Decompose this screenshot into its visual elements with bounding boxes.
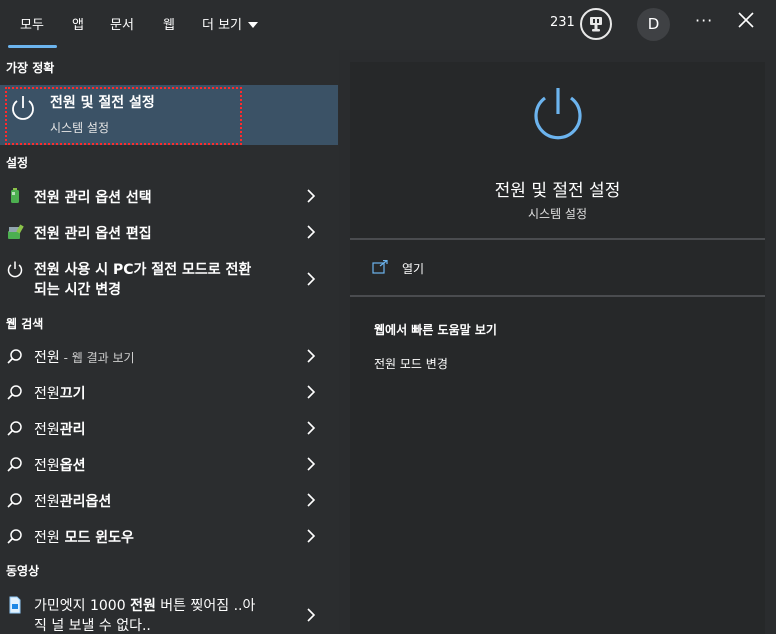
avatar[interactable]: D xyxy=(637,8,670,41)
tab-web[interactable]: 웹 xyxy=(163,14,175,33)
preview-subtitle: 시스템 설정 xyxy=(527,207,587,221)
tab-more-label: 더 보기 xyxy=(202,18,243,33)
preview-pane: 전원 및 절전 설정 시스템 설정 열기 웹에서 빠른 도움말 보기 전원 모드… xyxy=(339,50,776,634)
chevron-right-icon xyxy=(307,225,316,239)
web-result-item[interactable]: 전원끄기 xyxy=(0,374,338,410)
power-icon xyxy=(534,88,582,140)
chevron-right-icon xyxy=(307,529,316,543)
settings-item-label: 전원 관리 옵션 편집 xyxy=(34,226,152,242)
help-link-change-power-mode[interactable]: 전원 모드 변경 xyxy=(374,355,448,372)
web-result-prefix: 전원 xyxy=(34,350,60,366)
web-result-item[interactable]: 전원옵션 xyxy=(0,446,338,482)
video-file-icon xyxy=(9,596,21,614)
chevron-right-icon xyxy=(307,189,316,203)
video-title-part-b: 전원 xyxy=(130,598,156,614)
video-result-item[interactable]: 가민엣지 1000 전원 버튼 찢어짐 ..아 직 널 보낼 수 없다.. xyxy=(0,588,338,634)
active-tab-indicator xyxy=(8,45,57,48)
web-result-prefix: 전원 xyxy=(34,422,60,438)
search-icon xyxy=(7,529,22,544)
open-button[interactable]: 열기 xyxy=(372,258,572,280)
search-icon xyxy=(7,349,22,364)
search-icon xyxy=(7,385,22,400)
web-result-bold: 관리옵션 xyxy=(59,494,112,510)
power-plan-edit-icon xyxy=(8,224,24,239)
web-result-label: 전원 모드 윈도우 xyxy=(34,527,134,547)
search-icon xyxy=(7,457,22,472)
results-list: 가장 정확 전원 및 절전 설정 시스템 설정 설정 전원 관리 옵션 선택 전… xyxy=(0,50,339,634)
divider xyxy=(350,238,765,240)
settings-item-sleep-time[interactable]: 전원 사용 시 PC가 절전 모드로 전환 되는 시간 변경 xyxy=(0,252,338,302)
chevron-right-icon xyxy=(307,421,316,435)
web-result-label: 전원옵션 xyxy=(34,455,86,475)
video-title-part-c: 버튼 찢어짐 ..아 xyxy=(155,598,256,614)
web-result-bold: 옵션 xyxy=(59,458,86,474)
section-best-match: 가장 정확 xyxy=(6,61,55,75)
settings-item-choose-power-plan[interactable]: 전원 관리 옵션 선택 xyxy=(0,178,338,214)
tab-more[interactable]: 더 보기 xyxy=(202,14,259,33)
web-result-prefix: 전원 xyxy=(34,458,60,474)
video-title-part-a: 가민엣지 1000 xyxy=(34,598,131,614)
preview-title: 전원 및 절전 설정 xyxy=(494,181,621,201)
more-options-icon[interactable]: ··· xyxy=(695,11,713,30)
web-result-label: 전원 - 웹 결과 보기 xyxy=(34,347,135,367)
battery-settings-icon xyxy=(11,188,19,203)
search-icon xyxy=(7,493,22,508)
section-videos: 동영상 xyxy=(6,564,40,578)
chevron-right-icon xyxy=(307,349,316,363)
web-result-item[interactable]: 전원관리옵션 xyxy=(0,482,338,518)
trophy-icon xyxy=(590,17,602,32)
chevron-right-icon xyxy=(307,385,316,399)
chevron-right-icon xyxy=(307,493,316,507)
settings-item-label-line1: 전원 사용 시 PC가 절전 모드로 전환 xyxy=(34,262,252,278)
tab-apps[interactable]: 앱 xyxy=(72,14,84,33)
open-external-icon xyxy=(372,260,388,274)
web-result-prefix: 전원 xyxy=(34,494,60,510)
preview-panel: 전원 및 절전 설정 시스템 설정 열기 웹에서 빠른 도움말 보기 전원 모드… xyxy=(350,62,765,634)
tab-all[interactable]: 모두 xyxy=(20,14,44,33)
settings-item-edit-power-plan[interactable]: 전원 관리 옵션 편집 xyxy=(0,214,338,250)
video-title-line1: 가민엣지 1000 전원 버튼 찢어짐 ..아 xyxy=(34,595,255,615)
web-result-bold: 관리 xyxy=(59,422,86,438)
open-label: 열기 xyxy=(402,262,425,276)
web-result-label: 전원관리옵션 xyxy=(34,491,111,511)
best-match-title: 전원 및 절전 설정 xyxy=(50,95,155,111)
rewards-points: 231 xyxy=(550,15,575,30)
video-title-line2: 직 널 보낼 수 없다.. xyxy=(34,618,151,634)
power-icon xyxy=(12,96,34,120)
web-result-suffix: - 웹 결과 보기 xyxy=(59,351,135,365)
section-web-search: 웹 검색 xyxy=(6,317,44,331)
settings-item-label: 전원 관리 옵션 선택 xyxy=(34,190,152,206)
tab-documents[interactable]: 문서 xyxy=(110,14,134,33)
power-icon xyxy=(7,261,23,278)
web-result-item[interactable]: 전원 모드 윈도우 xyxy=(0,518,338,554)
chevron-right-icon xyxy=(307,272,316,286)
web-result-item[interactable]: 전원관리 xyxy=(0,410,338,446)
web-result-item[interactable]: 전원 - 웹 결과 보기 xyxy=(0,338,338,374)
settings-item-label-line2: 되는 시간 변경 xyxy=(34,282,122,298)
web-result-label: 전원끄기 xyxy=(34,383,86,403)
web-result-label: 전원관리 xyxy=(34,419,86,439)
web-help-title: 웹에서 빠른 도움말 보기 xyxy=(374,323,497,337)
web-result-bold: 끄기 xyxy=(59,386,86,402)
search-icon xyxy=(7,421,22,436)
chevron-down-icon xyxy=(248,21,259,28)
rewards-icon[interactable] xyxy=(580,8,612,40)
search-top-bar: 모두 앱 문서 웹 더 보기 231 D ··· xyxy=(0,0,776,50)
section-settings: 설정 xyxy=(6,156,29,170)
divider xyxy=(350,295,765,297)
close-icon[interactable] xyxy=(737,11,755,29)
web-result-prefix: 전원 xyxy=(34,386,60,402)
best-match-subtitle: 시스템 설정 xyxy=(50,121,110,135)
chevron-right-icon xyxy=(307,457,316,471)
web-result-prefix: 전원 xyxy=(34,530,60,546)
web-result-bold: 모드 윈도우 xyxy=(59,530,134,546)
chevron-right-icon xyxy=(307,608,316,622)
